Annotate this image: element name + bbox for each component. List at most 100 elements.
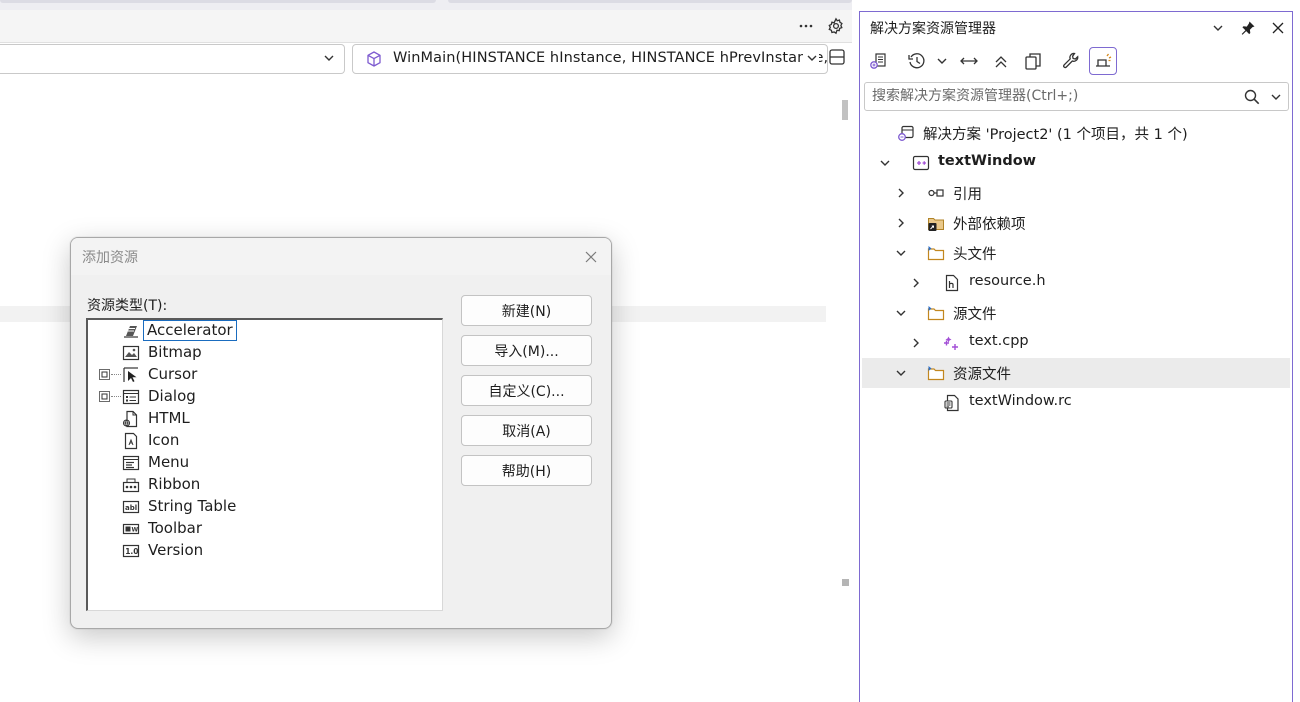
- chevron-down-icon[interactable]: [879, 157, 891, 169]
- resource-type-item[interactable]: Ribbon: [88, 474, 428, 496]
- resource-type-item[interactable]: HTML: [88, 408, 428, 430]
- search-icon[interactable]: [1243, 88, 1261, 106]
- resource-type-item[interactable]: Menu: [88, 452, 428, 474]
- resource-type-label: 资源类型(T):: [87, 298, 168, 314]
- tree-item-resource-files[interactable]: 资源文件: [862, 358, 1290, 388]
- sync-with-document-icon[interactable]: [957, 49, 981, 73]
- navigation-bar: WinMain(HINSTANCE hInstance, HINSTANCE h…: [0, 43, 852, 74]
- scrollbar-marker: [842, 579, 849, 586]
- svg-text:1.0: 1.0: [125, 547, 138, 556]
- resource-type-item[interactable]: Dialog: [88, 386, 428, 408]
- help-button[interactable]: 帮助(H): [461, 455, 592, 486]
- string-table-icon: abl: [122, 498, 140, 516]
- chevron-down-icon[interactable]: [1208, 18, 1228, 38]
- chevron-down-icon[interactable]: [895, 307, 907, 319]
- icon-resource-icon: [122, 432, 140, 450]
- import-button[interactable]: 导入(M)...: [461, 335, 592, 366]
- split-editor-icon[interactable]: [828, 47, 846, 67]
- chevron-right-icon[interactable]: [895, 217, 907, 229]
- tree-item-file[interactable]: textWindow.rc: [862, 388, 1290, 418]
- dialog-icon: [122, 388, 140, 406]
- solution-search-box[interactable]: [864, 82, 1289, 111]
- vertical-scrollbar-thumb[interactable]: [842, 100, 848, 120]
- chevron-right-icon[interactable]: [910, 337, 922, 349]
- close-icon[interactable]: [1268, 18, 1288, 38]
- version-icon: 1.0: [122, 542, 140, 560]
- cpp-project-icon: [912, 154, 930, 172]
- preview-selected-items-icon[interactable]: [1089, 47, 1117, 75]
- resource-type-item[interactable]: Icon: [88, 430, 428, 452]
- tree-item-file[interactable]: text.cpp: [862, 328, 1290, 358]
- more-options-icon[interactable]: [795, 15, 817, 37]
- dialog-title: 添加资源: [82, 250, 138, 266]
- cpp-file-icon: [943, 334, 961, 352]
- properties-wrench-icon[interactable]: [1059, 49, 1083, 73]
- tree-item-external-dependencies[interactable]: 外部依赖项: [862, 208, 1290, 238]
- tree-item-source-files[interactable]: 源文件: [862, 298, 1290, 328]
- panel-title: 解决方案资源管理器: [870, 21, 996, 37]
- html-icon: [122, 410, 140, 428]
- new-button[interactable]: 新建(N): [461, 295, 592, 326]
- toolbar-icon: W: [122, 520, 140, 538]
- expand-icon[interactable]: [99, 391, 110, 402]
- ribbon-icon: [122, 476, 140, 494]
- settings-gear-icon[interactable]: [825, 15, 847, 37]
- tree-item-header-files[interactable]: 头文件: [862, 238, 1290, 268]
- resource-type-item[interactable]: Bitmap: [88, 342, 428, 364]
- custom-button[interactable]: 自定义(C)...: [461, 375, 592, 406]
- filter-folder-icon: [927, 304, 945, 322]
- menu-icon: [122, 454, 140, 472]
- scope-dropdown[interactable]: [0, 44, 345, 74]
- cursor-icon: [122, 366, 140, 384]
- bitmap-icon: [122, 344, 140, 362]
- solution-explorer-panel: 解决方案资源管理器 搜索解决方案资源管理器(Ctrl+;) 解决方案 'Proj…: [859, 11, 1293, 702]
- add-resource-dialog: 添加资源 资源类型(T): Accelerator Bitmap Cursor …: [70, 237, 612, 629]
- solution-icon: [897, 124, 915, 142]
- chevron-down-icon[interactable]: [895, 247, 907, 259]
- resource-type-item[interactable]: W Toolbar: [88, 518, 428, 540]
- chevron-down-icon: [803, 51, 819, 65]
- filter-folder-icon: [927, 244, 945, 262]
- document-tab[interactable]: [0, 0, 436, 3]
- resource-type-item[interactable]: Cursor: [88, 364, 428, 386]
- references-icon: [927, 184, 945, 202]
- svg-text:abl: abl: [125, 504, 137, 512]
- tree-item-solution[interactable]: 解决方案 'Project2' (1 个项目，共 1 个): [862, 118, 1290, 148]
- tree-item-project[interactable]: textWindow: [862, 148, 1290, 178]
- member-dropdown[interactable]: WinMain(HINSTANCE hInstance, HINSTANCE h…: [352, 44, 828, 74]
- rc-file-icon: [943, 394, 961, 412]
- chevron-right-icon[interactable]: [910, 277, 922, 289]
- accelerator-icon: [122, 322, 140, 340]
- member-dropdown-text: WinMain(HINSTANCE hInstance, HINSTANCE h…: [393, 50, 828, 66]
- history-icon[interactable]: [905, 49, 929, 73]
- chevron-down-icon[interactable]: [930, 49, 954, 73]
- document-tab-strip: [0, 0, 852, 10]
- external-deps-icon: [927, 214, 945, 232]
- resource-type-item[interactable]: 1.0 Version: [88, 540, 428, 562]
- resource-type-item[interactable]: abl String Table: [88, 496, 428, 518]
- chevron-down-icon[interactable]: [895, 367, 907, 379]
- header-file-icon: [943, 274, 961, 292]
- chevron-down-icon[interactable]: [1269, 90, 1283, 104]
- filter-folder-icon: [927, 364, 945, 382]
- dialog-titlebar[interactable]: 添加资源: [71, 238, 611, 275]
- function-cube-icon: [365, 50, 383, 68]
- pin-icon[interactable]: [1238, 18, 1258, 38]
- show-all-files-icon[interactable]: [1021, 49, 1045, 73]
- editor-toolbar: [0, 10, 852, 43]
- resource-type-tree[interactable]: Accelerator Bitmap Cursor Dialog HTML Ic…: [86, 318, 443, 611]
- tree-item-references[interactable]: 引用: [862, 178, 1290, 208]
- svg-text:W: W: [132, 527, 139, 534]
- close-icon[interactable]: [581, 248, 601, 266]
- chevron-right-icon[interactable]: [895, 187, 907, 199]
- search-input[interactable]: [872, 88, 1232, 104]
- document-tab[interactable]: [448, 0, 852, 3]
- solution-explorer-toolbar: [860, 45, 1292, 79]
- collapse-all-icon[interactable]: [989, 49, 1013, 73]
- switch-views-icon[interactable]: [866, 49, 890, 73]
- tree-item-file[interactable]: resource.h: [862, 268, 1290, 298]
- expand-icon[interactable]: [99, 369, 110, 380]
- chevron-down-icon: [322, 51, 336, 65]
- cancel-button[interactable]: 取消(A): [461, 415, 592, 446]
- resource-type-item[interactable]: Accelerator: [88, 320, 428, 342]
